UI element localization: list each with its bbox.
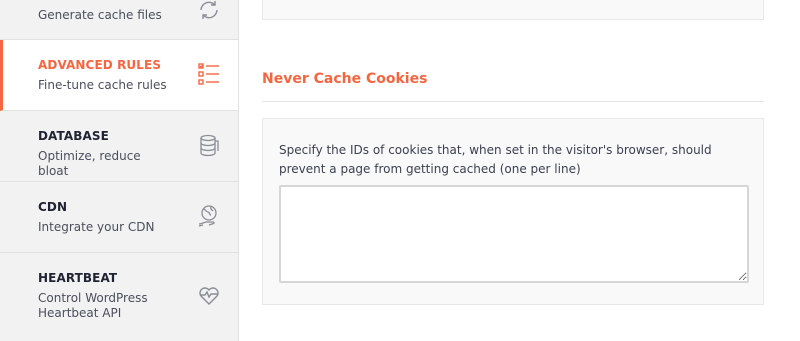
sidebar-item-database[interactable]: DATABASE Optimize, reduce bloat [0, 111, 238, 182]
sidebar-item-description: Control WordPress Heartbeat API [38, 291, 148, 320]
sidebar-item-cache[interactable]: Generate cache files [0, 0, 238, 40]
never-cache-cookies-card: Specify the IDs of cookies that, when se… [262, 118, 764, 305]
sidebar-item-advanced-rules[interactable]: ADVANCED RULES Fine-tune cache rules [0, 40, 238, 111]
sidebar-item-title: CDN [38, 200, 68, 214]
never-cache-cookies-textarea[interactable] [279, 185, 749, 283]
sidebar-item-description: Integrate your CDN [38, 220, 155, 234]
refresh-icon [197, 0, 221, 22]
sidebar: Generate cache files ADVANCED RULES Fine… [0, 0, 239, 341]
sidebar-item-description: Optimize, reduce bloat [38, 149, 141, 178]
sidebar-item-description: Generate cache files [38, 8, 162, 22]
heartbeat-icon [197, 283, 221, 307]
previous-section-card [262, 0, 764, 20]
sidebar-item-title: ADVANCED RULES [38, 58, 162, 72]
section-divider [262, 101, 764, 102]
globe-hand-icon [197, 204, 221, 228]
field-label: Specify the IDs of cookies that, when se… [279, 143, 712, 176]
sidebar-item-description: Fine-tune cache rules [38, 78, 167, 92]
sidebar-item-cdn[interactable]: CDN Integrate your CDN [0, 182, 238, 253]
sidebar-item-heartbeat[interactable]: HEARTBEAT Control WordPress Heartbeat AP… [0, 253, 238, 341]
sidebar-item-title: HEARTBEAT [38, 271, 118, 285]
main-content: Never Cache Cookies Specify the IDs of c… [239, 0, 800, 341]
page: Generate cache files ADVANCED RULES Fine… [0, 0, 800, 341]
sidebar-item-title: DATABASE [38, 129, 109, 143]
section-title: Never Cache Cookies [262, 71, 428, 87]
list-rules-icon [197, 62, 221, 86]
database-icon [197, 134, 221, 158]
